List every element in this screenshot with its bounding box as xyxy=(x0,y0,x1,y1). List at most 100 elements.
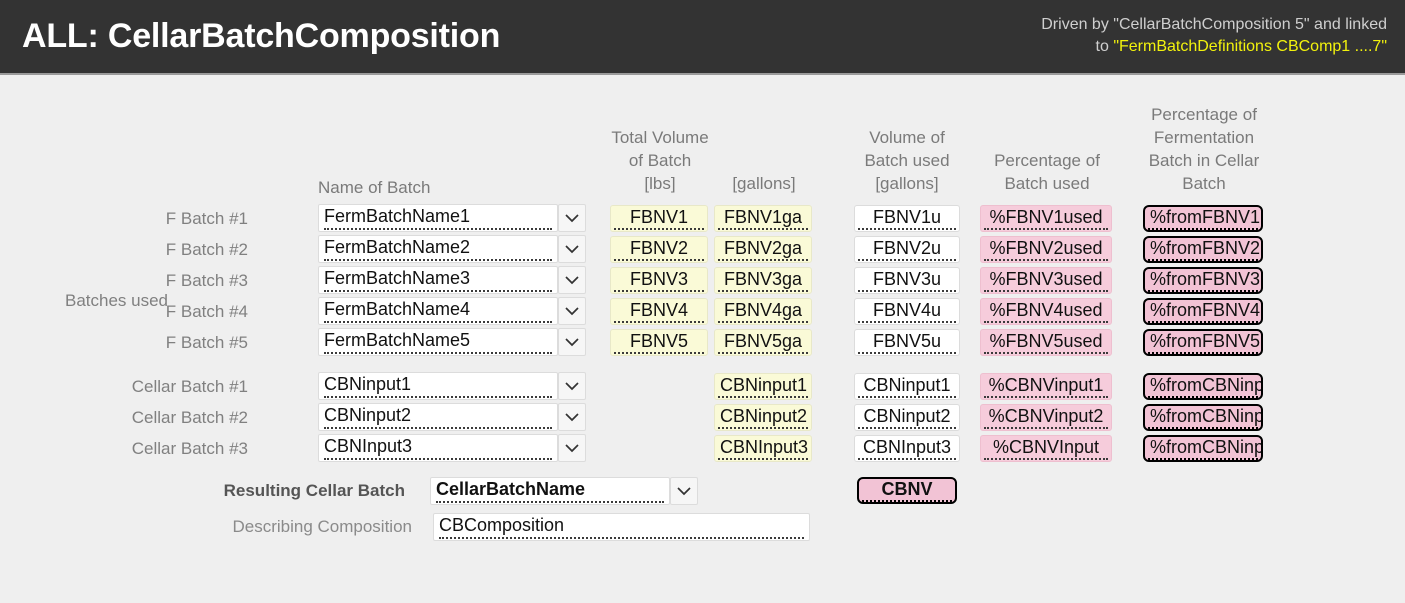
ferm-row-2-percentage-used-value: %FBNV2used xyxy=(984,238,1108,261)
describing-composition-value: CBComposition xyxy=(439,515,804,539)
ferm-row-1-volume-used-value: FBNV1u xyxy=(858,207,956,230)
ferm-row-3-total-volume-lbs: FBNV3 xyxy=(610,267,708,294)
ferm-row-1-percentage-used-value: %FBNV1used xyxy=(984,207,1108,230)
ferm-row-5-total-volume-gallons: FBNV5ga xyxy=(714,329,812,356)
ferm-row-1-total-volume-lbs-value: FBNV1 xyxy=(614,207,704,230)
cellar-row-3-percentage-from-batch: %fromCBNinp xyxy=(1143,435,1263,462)
cellar-row-3-label: Cellar Batch #3 xyxy=(131,439,248,458)
ferm-row-4-percentage-from-batch: %fromFBNV4 xyxy=(1143,298,1263,325)
describing-composition-label: Describing Composition xyxy=(232,517,412,536)
chevron-down-icon xyxy=(565,306,579,315)
cellar-row-1-label: Cellar Batch #1 xyxy=(131,377,248,396)
header-note-link: "FermBatchDefinitions CBComp1 ....7" xyxy=(1113,38,1387,55)
cellar-row-1-percentage-used: %CBNVinput1 xyxy=(980,373,1112,400)
cellar-row-1-percentage-used-value: %CBNVinput1 xyxy=(984,375,1108,398)
resulting-cellar-batch-volume-value: CBNV xyxy=(862,479,952,502)
ferm-row-2-percentage-used: %FBNV2used xyxy=(980,236,1112,263)
page-title: ALL: CellarBatchComposition xyxy=(22,17,501,55)
ferm-row-1-percentage-from-batch: %fromFBNV1 xyxy=(1143,205,1263,232)
cellar-row-2-percentage-used: %CBNVinput2 xyxy=(980,404,1112,431)
column-header-percentage-of-ferm: Percentage of Fermentation Batch in Cell… xyxy=(1148,105,1260,193)
ferm-row-2-total-volume-gallons-value: FBNV2ga xyxy=(718,238,808,261)
cellar-row-2-name-field[interactable]: CBNinput2 xyxy=(318,403,558,431)
resulting-cellar-batch-value: CellarBatchName xyxy=(436,479,664,503)
ferm-row-4-total-volume-gallons: FBNV4ga xyxy=(714,298,812,325)
column-header-name-of-batch: Name of Batch xyxy=(318,178,431,197)
ferm-row-5-volume-used-value: FBNV5u xyxy=(858,331,956,354)
ferm-row-3-percentage-from-batch-value: %fromFBNV3 xyxy=(1148,269,1260,292)
cellar-row-1-volume-used[interactable]: CBNinput1 xyxy=(854,373,960,400)
cellar-row-2-dropdown-button[interactable] xyxy=(558,403,586,431)
cellar-row-3-total-volume-gallons-value: CBNInput3 xyxy=(718,437,808,460)
ferm-row-3-label: F Batch #3 xyxy=(165,271,248,290)
cellar-row-3-total-volume-gallons: CBNInput3 xyxy=(714,435,812,462)
ferm-row-5-name-field[interactable]: FermBatchName5 xyxy=(318,328,558,356)
chevron-down-icon xyxy=(565,381,579,390)
ferm-row-3-total-volume-gallons: FBNV3ga xyxy=(714,267,812,294)
ferm-row-2-volume-used-value: FBNV2u xyxy=(858,238,956,261)
ferm-row-5-total-volume-gallons-value: FBNV5ga xyxy=(718,331,808,354)
cellar-row-1-dropdown-button[interactable] xyxy=(558,372,586,400)
cellar-row-3-dropdown-button[interactable] xyxy=(558,434,586,462)
ferm-row-1-name-field[interactable]: FermBatchName1 xyxy=(318,204,558,232)
resulting-cellar-batch-field[interactable]: CellarBatchName xyxy=(430,477,670,505)
resulting-cellar-batch-label: Resulting Cellar Batch xyxy=(223,481,405,500)
ferm-row-2-name-value: FermBatchName2 xyxy=(324,237,552,261)
ferm-row-3-name-value: FermBatchName3 xyxy=(324,268,552,292)
cellar-row-2-volume-used[interactable]: CBNinput2 xyxy=(854,404,960,431)
cellar-row-2-total-volume-gallons-value: CBNinput2 xyxy=(718,406,808,429)
ferm-row-3-percentage-from-batch: %fromFBNV3 xyxy=(1143,267,1263,294)
cellar-row-1-total-volume-gallons: CBNinput1 xyxy=(714,373,812,400)
ferm-row-3-volume-used-value: FBNV3u xyxy=(858,269,956,292)
ferm-row-1-total-volume-gallons-value: FBNV1ga xyxy=(718,207,808,230)
ferm-row-3-volume-used[interactable]: FBNV3u xyxy=(854,267,960,294)
ferm-row-1-label: F Batch #1 xyxy=(165,209,248,228)
ferm-row-3-total-volume-lbs-value: FBNV3 xyxy=(614,269,704,292)
cellar-row-2-total-volume-gallons: CBNinput2 xyxy=(714,404,812,431)
chevron-down-icon xyxy=(565,337,579,346)
ferm-row-2-name-field[interactable]: FermBatchName2 xyxy=(318,235,558,263)
ferm-row-4-name-field[interactable]: FermBatchName4 xyxy=(318,297,558,325)
chevron-down-icon xyxy=(565,443,579,452)
ferm-row-5-percentage-from-batch: %fromFBNV5 xyxy=(1143,329,1263,356)
cellar-row-2-percentage-used-value: %CBNVinput2 xyxy=(984,406,1108,429)
cellar-row-1-name-value: CBNinput1 xyxy=(324,374,552,398)
ferm-row-5-total-volume-lbs-value: FBNV5 xyxy=(614,331,704,354)
ferm-row-4-percentage-from-batch-value: %fromFBNV4 xyxy=(1148,300,1260,323)
column-header-total-volume-lbs: Total Volume of Batch [lbs] xyxy=(611,128,709,193)
ferm-row-1-dropdown-button[interactable] xyxy=(558,204,586,232)
ferm-row-3-dropdown-button[interactable] xyxy=(558,266,586,294)
ferm-row-5-percentage-used-value: %FBNV5used xyxy=(984,331,1108,354)
cellar-row-3-name-field[interactable]: CBNInput3 xyxy=(318,434,558,462)
header-note-prefix: to xyxy=(1095,38,1114,55)
ferm-row-5-percentage-from-batch-value: %fromFBNV5 xyxy=(1148,331,1260,354)
ferm-row-4-percentage-used: %FBNV4used xyxy=(980,298,1112,325)
ferm-row-5-volume-used[interactable]: FBNV5u xyxy=(854,329,960,356)
ferm-row-4-volume-used[interactable]: FBNV4u xyxy=(854,298,960,325)
ferm-row-3-name-field[interactable]: FermBatchName3 xyxy=(318,266,558,294)
header-note-line1: Driven by "CellarBatchComposition 5" and… xyxy=(1041,16,1387,33)
chevron-down-icon xyxy=(565,244,579,253)
ferm-row-5-dropdown-button[interactable] xyxy=(558,328,586,356)
resulting-cellar-batch-dropdown-button[interactable] xyxy=(670,477,698,505)
cellar-row-3-percentage-used-value: %CBNVInput xyxy=(984,437,1108,460)
column-header-total-volume-gallons: xx[gallons] xyxy=(712,126,816,195)
resulting-cellar-batch-volume[interactable]: CBNV xyxy=(857,477,957,504)
ferm-row-4-dropdown-button[interactable] xyxy=(558,297,586,325)
cellar-row-2-percentage-from-batch: %fromCBNinp xyxy=(1143,404,1263,431)
ferm-row-2-dropdown-button[interactable] xyxy=(558,235,586,263)
ferm-row-2-total-volume-lbs: FBNV2 xyxy=(610,236,708,263)
cellar-row-2-volume-used-value: CBNinput2 xyxy=(858,406,956,429)
cellar-row-2-label: Cellar Batch #2 xyxy=(131,408,248,427)
ferm-row-2-volume-used[interactable]: FBNV2u xyxy=(854,236,960,263)
ferm-row-3-percentage-used: %FBNV3used xyxy=(980,267,1112,294)
cellar-row-1-name-field[interactable]: CBNinput1 xyxy=(318,372,558,400)
cellar-row-3-volume-used[interactable]: CBNInput3 xyxy=(854,435,960,462)
ferm-row-4-percentage-used-value: %FBNV4used xyxy=(984,300,1108,323)
describing-composition-field[interactable]: CBComposition xyxy=(433,513,810,541)
ferm-row-2-percentage-from-batch: %fromFBNV2 xyxy=(1143,236,1263,263)
ferm-row-2-total-volume-lbs-value: FBNV2 xyxy=(614,238,704,261)
ferm-row-1-volume-used[interactable]: FBNV1u xyxy=(854,205,960,232)
header-source-note: Driven by "CellarBatchComposition 5" and… xyxy=(1041,14,1387,58)
ferm-row-1-percentage-from-batch-value: %fromFBNV1 xyxy=(1148,207,1260,230)
